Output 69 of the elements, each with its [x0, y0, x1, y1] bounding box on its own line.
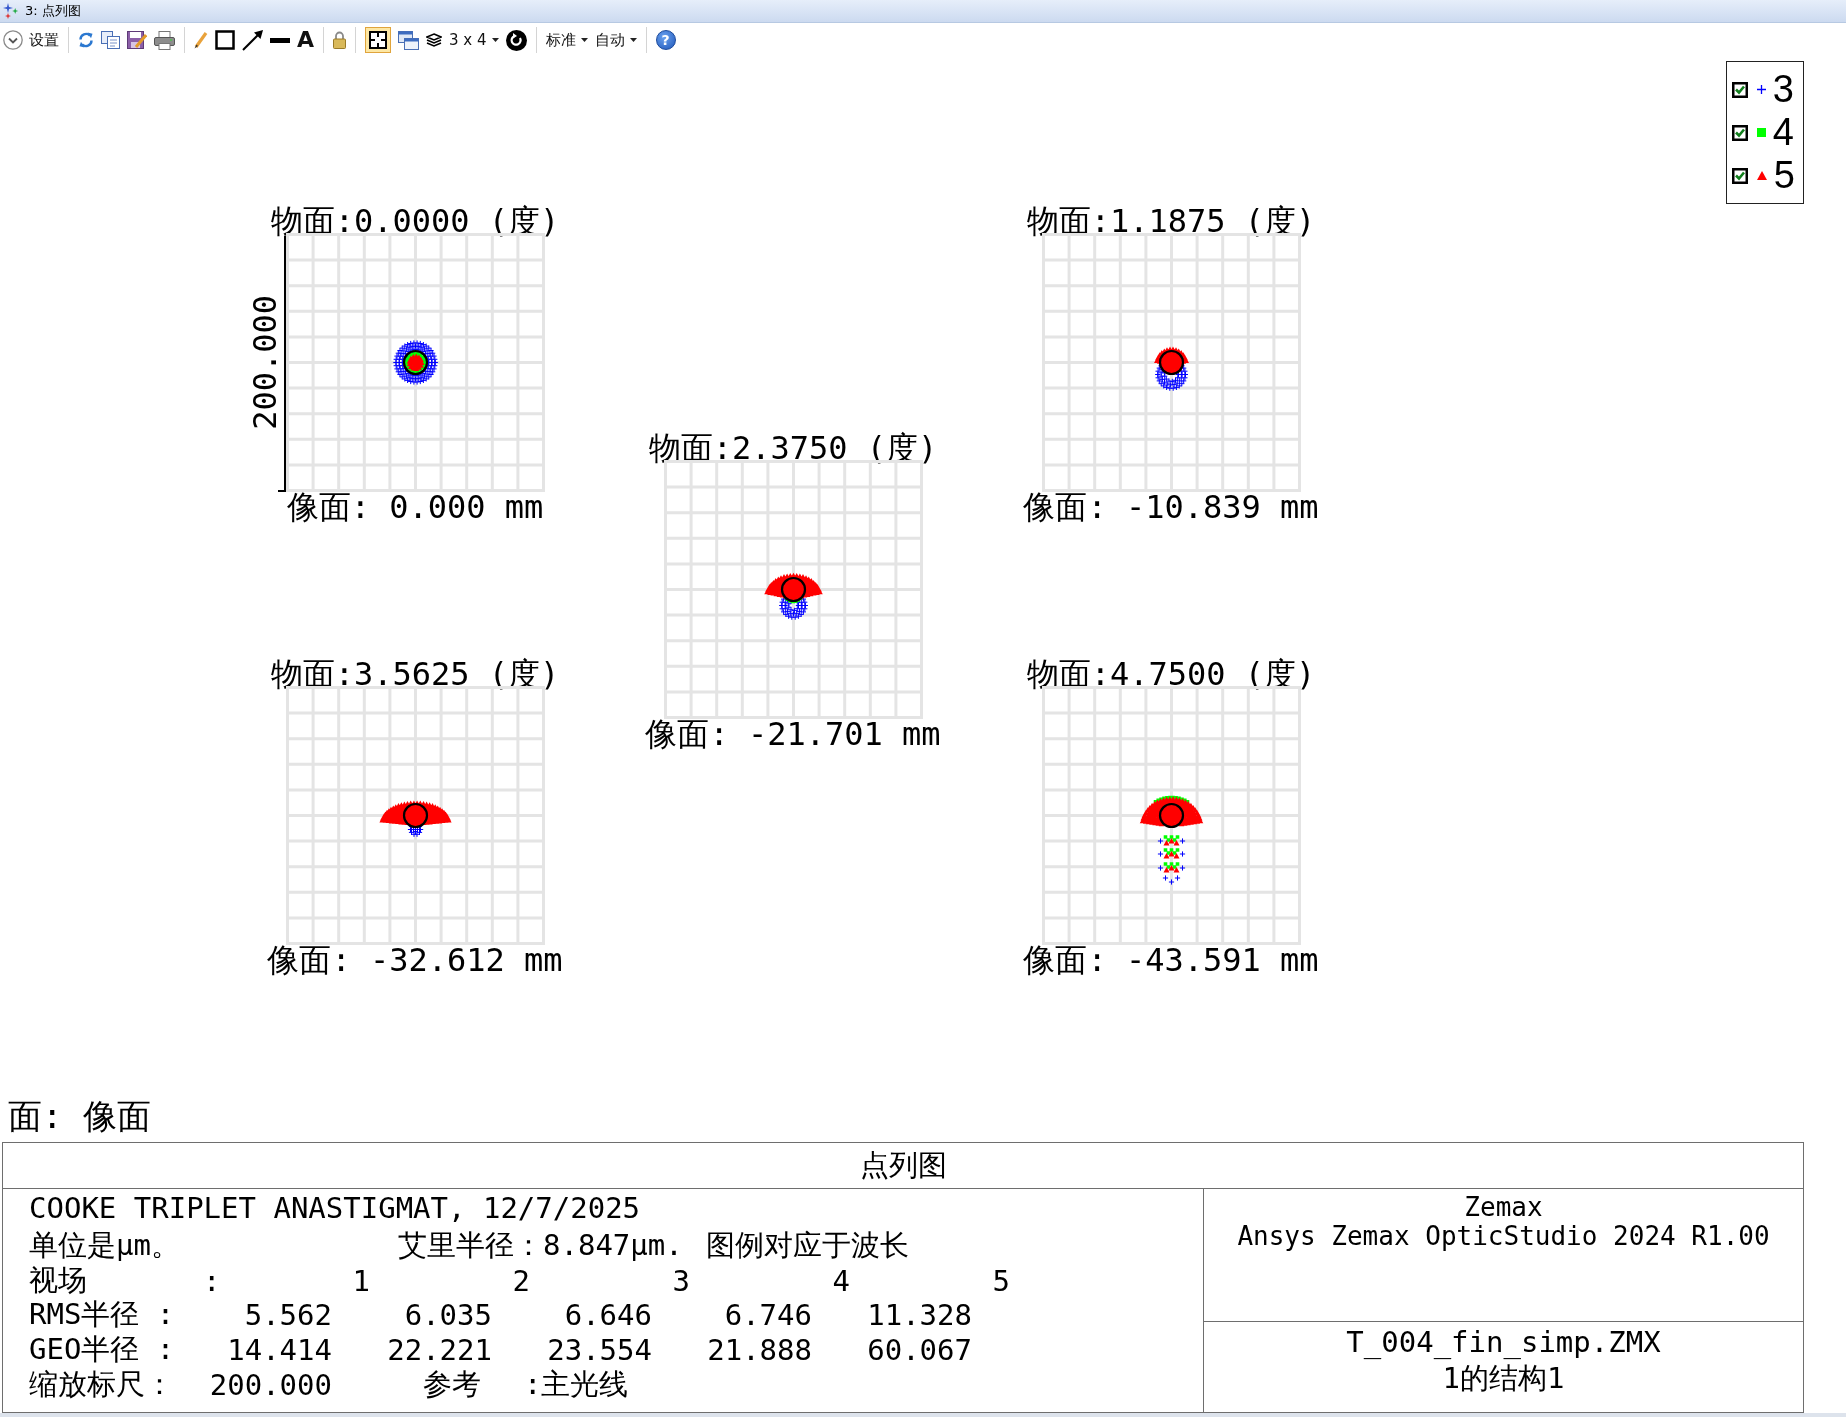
image-height-label: 像面: -32.612 mm	[267, 944, 563, 976]
refresh-icon[interactable]	[78, 31, 94, 49]
crosshair-frame-icon	[369, 31, 388, 49]
rms-radius-value: 6.035	[404, 1298, 492, 1333]
grid-toggle-button[interactable]	[365, 27, 392, 53]
legend-note: 图例对应于波长	[706, 1226, 909, 1264]
image-height-label: 像面: 0.000 mm	[286, 491, 544, 523]
arrow-icon[interactable]	[242, 29, 263, 51]
software-version: Ansys Zemax OpticStudio 2024 R1.00	[1237, 1222, 1770, 1251]
surface-label: 面: 像面	[8, 1097, 151, 1135]
rms-radius-value: 6.746	[724, 1298, 812, 1333]
reference-label: 参考	[423, 1366, 481, 1403]
dropdown-button[interactable]: 标准	[545, 30, 588, 50]
program-name: Zemax	[1464, 1193, 1543, 1222]
rms-radius-value: 5.562	[244, 1298, 332, 1333]
chevron-circle-icon	[3, 30, 23, 50]
geo-radius-value: 22.221	[387, 1333, 492, 1368]
reference-value: :主光线	[524, 1366, 629, 1403]
scale-label: 200.000	[251, 295, 278, 430]
lens-title: COOKE TRIPLET ANASTIGMAT, 12/7/2025	[29, 1191, 641, 1226]
report-title: 点列图	[859, 1146, 947, 1184]
checkbox[interactable]	[1731, 81, 1748, 98]
sparkle-icon	[3, 3, 19, 19]
dropdown-button[interactable]: 自动	[594, 30, 637, 50]
configuration-label: 1的结构1	[1442, 1360, 1565, 1396]
copy-icon[interactable]	[101, 31, 120, 49]
image-height-label: 像面: -43.591 mm	[1023, 944, 1319, 976]
settings-button[interactable]: 设置	[3, 30, 59, 50]
legend-label: 3	[1772, 68, 1794, 111]
caret-icon	[629, 38, 637, 42]
caret-icon	[491, 38, 499, 42]
scale-factor-value: 200.000	[209, 1368, 332, 1402]
rms-radius-value: 6.646	[564, 1298, 652, 1333]
text-tool-button[interactable]: A	[297, 28, 315, 52]
checkbox[interactable]	[1731, 124, 1748, 141]
field-number: 2	[512, 1263, 530, 1298]
legend-label: 5	[1773, 154, 1795, 197]
layout-dropdown[interactable]: 3 x 4	[449, 31, 499, 49]
pencil-icon[interactable]	[194, 31, 208, 49]
layers-icon[interactable]	[426, 33, 443, 47]
field-colon: :	[203, 1263, 221, 1298]
units-note: 单位是μm。	[29, 1226, 180, 1264]
rectangle-icon[interactable]	[215, 30, 235, 50]
geo-radius-value: 14.414	[227, 1333, 332, 1368]
field-number: 1	[352, 1263, 370, 1298]
geo-radius-value: 60.067	[867, 1333, 972, 1368]
checkbox[interactable]	[1731, 167, 1748, 184]
image-height-label: 像面: -21.701 mm	[645, 717, 941, 750]
print-icon[interactable]	[154, 30, 175, 50]
lock-icon[interactable]	[333, 31, 347, 49]
save-icon[interactable]	[127, 30, 147, 50]
field-number: 3	[672, 1263, 690, 1298]
image-height-label: 像面: -10.839 mm	[1023, 491, 1319, 523]
field-number: 5	[992, 1263, 1010, 1298]
scale-factor-label: 缩放标尺：	[29, 1366, 174, 1403]
field-number: 4	[832, 1263, 850, 1298]
rms-radius-value: 11.328	[867, 1298, 972, 1333]
airy-radius: 艾里半径：8.847μm.	[398, 1226, 683, 1264]
rms-radius-label: RMS半径 :	[29, 1296, 175, 1334]
window-stack-icon[interactable]	[398, 30, 420, 50]
rotate-icon[interactable]	[505, 29, 527, 51]
geo-radius-value: 21.888	[707, 1333, 812, 1368]
caret-icon	[580, 38, 588, 42]
geo-radius-value: 23.554	[547, 1333, 652, 1368]
file-name: T_004_fin_simp.ZMX	[1346, 1324, 1661, 1360]
geo-radius-label: GEO半径 :	[29, 1331, 175, 1369]
window-title: 3: 点列图	[25, 2, 81, 20]
legend-label: 4	[1772, 111, 1794, 154]
field-label: 视场	[29, 1261, 87, 1299]
